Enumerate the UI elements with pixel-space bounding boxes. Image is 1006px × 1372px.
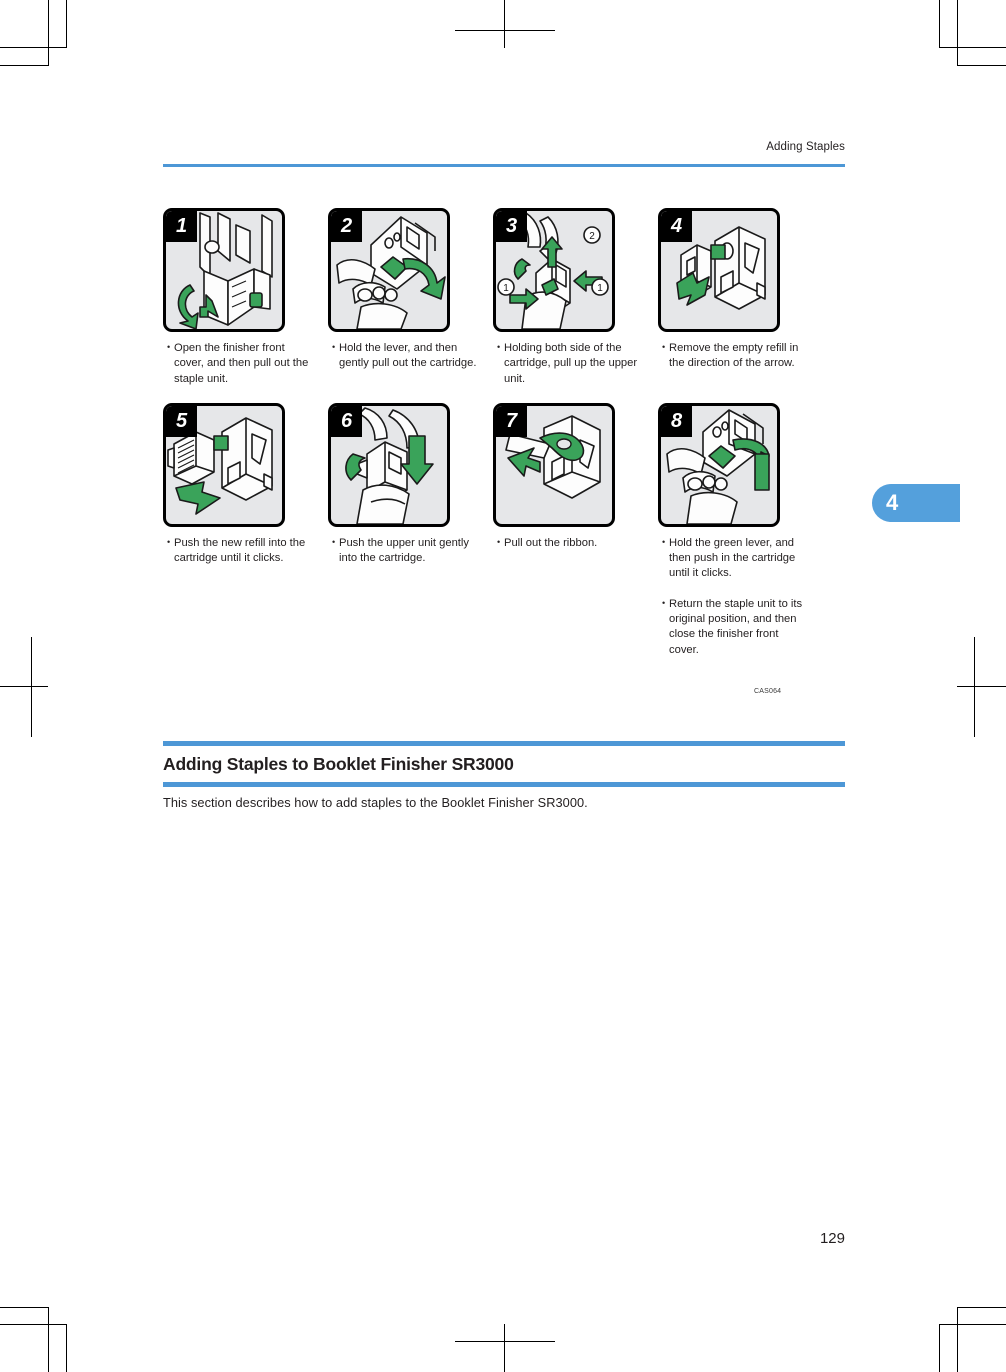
registration-mark-right-vertical <box>974 637 975 737</box>
bullet-glyph: ・ <box>328 536 340 549</box>
chapter-tab: 4 <box>872 484 960 522</box>
step-number-badge: 2 <box>331 211 362 242</box>
crop-mark-top-right-vertical <box>957 0 958 65</box>
svg-text:1: 1 <box>503 283 509 294</box>
step-illustration-8: 8 <box>658 402 780 527</box>
section-rule-bottom <box>163 782 845 787</box>
bullet-glyph: ・ <box>493 342 505 354</box>
caption-text: Remove the empty refill in the direction… <box>669 342 799 370</box>
step-row: 1 ・ Open the finisher front cover, and t… <box>163 208 863 387</box>
crop-mark-bottom-right-vertical-inner <box>939 1324 940 1372</box>
step-illustration-5: 5 <box>163 402 285 527</box>
step-row: 5 ・ Push the new refill into the cartrid… <box>163 402 863 658</box>
caption-bullet: ・ Hold the lever, and then gently pull o… <box>328 341 480 372</box>
caption-bullet: ・ Hold the green lever, and then push in… <box>658 536 810 582</box>
figure-reference-code: CAS064 <box>754 688 782 695</box>
step-item: 6 ・ Push the upper unit gently into the … <box>328 402 490 658</box>
step-caption: ・ Open the finisher front cover, and the… <box>163 341 315 387</box>
step-number-badge: 1 <box>166 211 197 242</box>
registration-mark-bottom-horizontal <box>455 1341 555 1342</box>
crop-mark-top-left-vertical <box>48 0 49 65</box>
caption-text: Push the upper unit gently into the cart… <box>339 536 469 565</box>
header-rule <box>163 164 845 167</box>
step-item: 1 1 2 3 ・ Holding both side of the cartr… <box>493 208 655 387</box>
step-illustration-2: 2 <box>328 208 450 332</box>
registration-mark-bottom-vertical <box>504 1324 505 1372</box>
step-caption: ・ Holding both side of the cartridge, pu… <box>493 341 645 387</box>
svg-text:2: 2 <box>589 231 595 242</box>
step-illustration-1: 1 <box>163 208 285 332</box>
bullet-glyph: ・ <box>658 342 670 354</box>
step-item: 7 ・ Pull out the ribbon. <box>493 402 655 658</box>
bullet-glyph: ・ <box>328 342 340 354</box>
caption-text: Pull out the ribbon. <box>504 536 598 549</box>
step-item: 1 ・ Open the finisher front cover, and t… <box>163 208 325 387</box>
crop-mark-top-left-horizontal <box>0 47 66 48</box>
caption-bullet: ・ Open the finisher front cover, and the… <box>163 341 315 387</box>
caption-text: Holding both side of the cartridge, pull… <box>504 342 638 385</box>
caption-bullet: ・ Return the staple unit to its original… <box>658 597 810 658</box>
caption-bullet: ・ Remove the empty refill in the directi… <box>658 341 810 372</box>
step-caption: ・ Remove the empty refill in the directi… <box>658 341 810 372</box>
step-item: 4 ・ Remove the empty refill in the direc… <box>658 208 820 387</box>
caption-bullet: ・ Holding both side of the cartridge, pu… <box>493 341 645 387</box>
caption-text: Hold the lever, and then gently pull out… <box>339 342 477 370</box>
caption-text: Push the new refill into the cartridge u… <box>174 536 306 565</box>
step-number-badge: 3 <box>496 211 527 242</box>
section-title: Adding Staples to Booklet Finisher SR300… <box>163 754 514 774</box>
section-heading-block: Adding Staples to Booklet Finisher SR300… <box>163 741 845 787</box>
caption-bullet: ・ Pull out the ribbon. <box>493 536 645 551</box>
step-item: 2 ・ Hold the lever, and then gently pull… <box>328 208 490 387</box>
crop-mark-bottom-left-vertical-inner <box>66 1324 67 1372</box>
step-illustration-4: 4 <box>658 208 780 332</box>
crop-mark-top-right-horizontal <box>939 47 1006 48</box>
crop-mark-bottom-left-horizontal <box>0 1324 66 1325</box>
step-caption: ・ Pull out the ribbon. <box>493 536 645 551</box>
caption-text: Return the staple unit to its original p… <box>669 597 803 656</box>
step-number-badge: 6 <box>331 405 362 437</box>
step-number-badge: 8 <box>661 405 692 437</box>
section-body-text: This section describes how to add staple… <box>163 795 588 810</box>
step-number-badge: 5 <box>166 405 197 437</box>
step-item: 8 ・ Hold the green lever, and then push … <box>658 402 820 658</box>
crop-mark-top-right-horizontal-inner <box>957 65 1006 66</box>
step-illustration-7: 7 <box>493 402 615 527</box>
caption-bullet: ・ Push the new refill into the cartridge… <box>163 536 315 567</box>
crop-mark-top-right-vertical-inner <box>939 0 940 48</box>
caption-text: Open the finisher front cover, and then … <box>174 342 309 385</box>
step-caption: ・ Push the new refill into the cartridge… <box>163 536 315 567</box>
crop-mark-top-left-horizontal-inner <box>0 65 49 66</box>
caption-text: Hold the green lever, and then push in t… <box>669 536 796 580</box>
step-caption: ・ Hold the lever, and then gently pull o… <box>328 341 480 372</box>
step-item: 5 ・ Push the new refill into the cartrid… <box>163 402 325 658</box>
crop-mark-bottom-left-horizontal-inner <box>0 1307 49 1308</box>
crop-mark-top-left-vertical-inner <box>66 0 67 48</box>
svg-text:1: 1 <box>597 283 603 294</box>
crop-mark-bottom-right-horizontal-inner <box>957 1307 1006 1308</box>
bullet-glyph: ・ <box>658 597 670 610</box>
registration-mark-right-horizontal <box>957 686 1006 687</box>
step-illustration-6: 6 <box>328 402 450 527</box>
registration-mark-left-horizontal <box>0 686 48 687</box>
step-number-badge: 7 <box>496 405 527 437</box>
bullet-glyph: ・ <box>493 536 505 549</box>
bullet-glyph: ・ <box>163 342 175 354</box>
chapter-tab-number: 4 <box>886 490 899 515</box>
page-number: 129 <box>819 1230 845 1247</box>
step-caption: ・ Push the upper unit gently into the ca… <box>328 536 480 567</box>
crop-mark-bottom-left-vertical <box>48 1307 49 1372</box>
step-caption: ・ Hold the green lever, and then push in… <box>658 536 810 658</box>
bullet-glyph: ・ <box>658 536 670 549</box>
step-number-badge: 4 <box>661 211 692 242</box>
crop-mark-bottom-right-horizontal <box>939 1324 1006 1325</box>
caption-bullet: ・ Push the upper unit gently into the ca… <box>328 536 480 567</box>
step-illustration-3: 1 1 2 3 <box>493 208 615 332</box>
bullet-glyph: ・ <box>163 536 175 549</box>
registration-mark-top-horizontal <box>455 30 555 31</box>
running-header: Adding Staples <box>766 141 845 153</box>
crop-mark-bottom-right-vertical <box>957 1307 958 1372</box>
step-grid: 1 ・ Open the finisher front cover, and t… <box>163 208 863 658</box>
registration-mark-left-vertical <box>31 637 32 737</box>
registration-mark-top-vertical <box>504 0 505 48</box>
